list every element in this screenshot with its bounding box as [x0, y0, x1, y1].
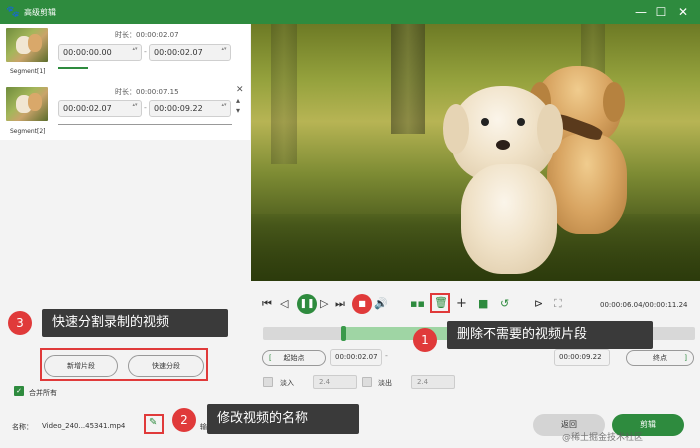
segment-label: Segment[1]	[10, 68, 46, 75]
watermark: @稀土掘金技术社区	[562, 433, 644, 443]
dog-logo-icon: 🐾	[6, 5, 20, 18]
fullscreen-icon[interactable]: ⛶	[554, 297, 562, 311]
stop-icon[interactable]: ■	[352, 294, 372, 314]
snapshot-icon[interactable]: ⊳	[534, 297, 543, 311]
callout-tooltip-1: 删除不需要的视频片段	[447, 321, 653, 349]
trim-start-handle[interactable]	[341, 326, 346, 341]
callout-tooltip-3: 快速分割录制的视频	[42, 309, 228, 337]
segment-progress	[58, 124, 232, 125]
title-bar: 🐾 高级剪辑 — ☐ ✕	[0, 0, 700, 24]
callout-tooltip-2: 修改视频的名称	[207, 404, 359, 434]
segment-progress	[58, 67, 88, 69]
skip-start-icon[interactable]: ⏮	[262, 297, 272, 311]
delete-button[interactable]: 🗑	[430, 293, 450, 313]
prev-frame-icon[interactable]: ◁	[280, 297, 288, 311]
play-pause-icon[interactable]: ❚❚	[297, 294, 317, 314]
edit-icon: ✎	[149, 417, 158, 428]
time-display: 00:00:06.04/00:00:11.24	[600, 301, 688, 309]
spinner-icon[interactable]: ▴▾	[220, 102, 228, 108]
fade-in-checkbox[interactable]	[263, 377, 273, 387]
segment-start-time[interactable]: 00:00:02.07 ▴▾	[58, 100, 142, 117]
segment-label: Segment[2]	[10, 128, 46, 135]
window-title: 高级剪辑	[24, 8, 56, 17]
file-name: Video_240...45341.mp4	[42, 422, 126, 430]
segment-end-time[interactable]: 00:00:09.22 ▴▾	[149, 100, 231, 117]
callout-badge-3: 3	[8, 311, 32, 335]
maximize-icon[interactable]: ☐	[652, 3, 670, 21]
set-end-button[interactable]: 终点 ]	[626, 350, 694, 366]
segment-duration: 时长：00:00:07.15	[115, 88, 179, 96]
fade-in-input[interactable]: 2.4	[313, 375, 357, 389]
segment-duration: 时长：00:00:02.07	[115, 31, 179, 39]
segment-start-time[interactable]: 00:00:00.00 ▴▾	[58, 44, 142, 61]
copy-icon[interactable]: ■	[478, 297, 488, 311]
add-icon[interactable]: +	[456, 297, 467, 311]
move-up-icon[interactable]: ▴	[236, 96, 240, 105]
spinner-icon[interactable]: ▴▾	[131, 46, 139, 52]
fade-in-label: 淡入	[280, 379, 294, 387]
close-icon[interactable]: ✕	[674, 3, 692, 21]
spinner-icon[interactable]: ▴▾	[220, 46, 228, 52]
segment-end-time[interactable]: 00:00:02.07 ▴▾	[149, 44, 231, 61]
reset-icon[interactable]: ↺	[500, 297, 509, 311]
volume-icon[interactable]: 🔊	[374, 297, 388, 311]
next-frame-icon[interactable]: ▷	[320, 297, 328, 311]
spinner-icon[interactable]: ▴▾	[131, 102, 139, 108]
output-label: 输	[200, 423, 207, 431]
delete-icon: 🗑	[434, 296, 448, 309]
trim-start-time[interactable]: 00:00:02.07	[330, 349, 382, 366]
segment-item[interactable]: Segment[2] 时长：00:00:07.15 00:00:02.07 ▴▾…	[0, 84, 250, 140]
quick-split-button[interactable]: 快速分段	[128, 355, 204, 377]
minimize-icon[interactable]: —	[632, 3, 650, 21]
set-start-button[interactable]: [ 起始点	[262, 350, 326, 366]
fade-out-input[interactable]: 2.4	[411, 375, 455, 389]
callout-badge-1: 1	[413, 328, 437, 352]
segment-close-icon[interactable]: ✕	[236, 85, 244, 95]
callout-badge-2: 2	[172, 408, 196, 432]
timeline-selection[interactable]	[343, 327, 463, 340]
new-segment-button[interactable]: 新增片段	[44, 355, 118, 377]
fade-out-checkbox[interactable]	[362, 377, 372, 387]
segment-list: Segment[1] 时长：00:00:02.07 00:00:00.00 ▴▾…	[0, 24, 250, 140]
skip-end-icon[interactable]: ⏭	[335, 297, 345, 311]
segment-thumbnail	[6, 87, 48, 121]
merge-all-checkbox[interactable]: ✓	[14, 386, 24, 396]
rename-button[interactable]: ✎	[144, 414, 164, 434]
segment-item[interactable]: Segment[1] 时长：00:00:02.07 00:00:00.00 ▴▾…	[0, 24, 250, 78]
segment-thumbnail	[6, 28, 48, 62]
video-preview[interactable]	[251, 24, 700, 281]
split-icon[interactable]: ▪▪	[410, 297, 425, 311]
merge-all-label: 合并所有	[29, 389, 57, 397]
name-label: 名称：	[12, 423, 33, 431]
trim-end-time[interactable]: 00:00:09.22	[554, 349, 610, 366]
fade-out-label: 淡出	[378, 379, 392, 387]
move-down-icon[interactable]: ▾	[236, 106, 240, 115]
